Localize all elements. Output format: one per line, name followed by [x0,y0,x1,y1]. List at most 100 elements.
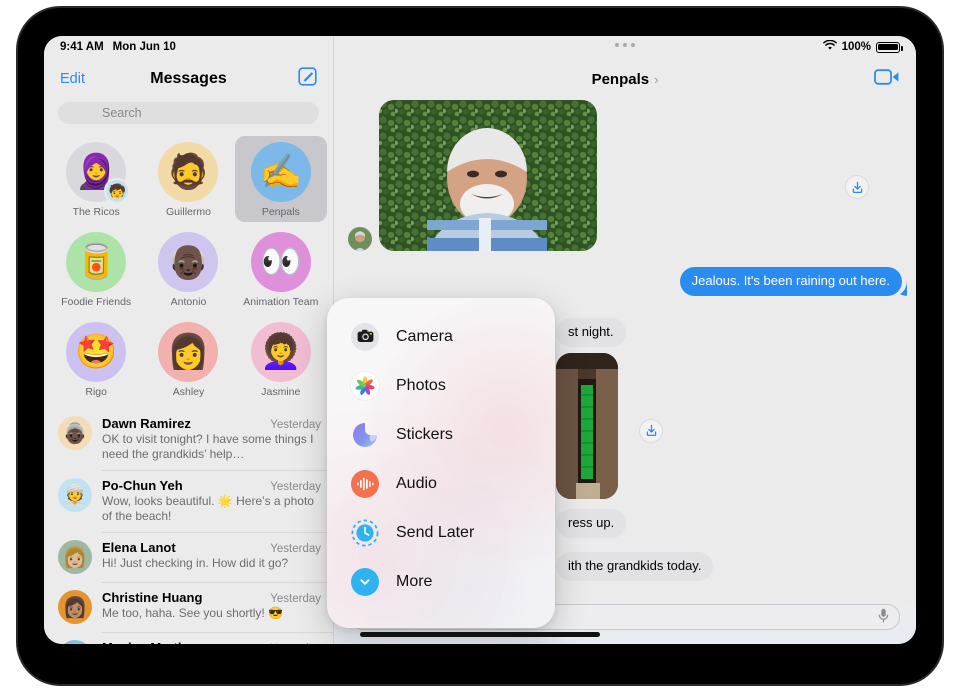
pinned-conversation-guillermo[interactable]: 🧔 Guillermo [142,136,234,222]
save-to-photos-icon-2[interactable] [639,418,663,443]
message-bubble-incoming-1[interactable]: st night. [556,317,626,347]
photo-attachment-door[interactable] [556,352,618,499]
audio-icon [351,469,379,498]
avatar: 👨🏽 [58,640,92,644]
conversation-timestamp: Yesterday [270,593,321,605]
message-bubble-incoming-2[interactable]: ress up. [556,508,627,538]
conversation-preview: Me too, haha. See you shortly! 😎 [102,606,284,620]
compose-icon[interactable] [298,67,317,91]
pinned-avatar: 🧕 🧒 [66,142,131,204]
sidebar-navbar: Edit Messages [44,58,333,100]
message-bubble-incoming-3[interactable]: ith the grandkids today. [556,551,714,581]
conversation-name: Dawn Ramirez [102,416,191,431]
conversation-name: Christine Huang [102,590,203,605]
message-row-outgoing: Jealous. It's been raining out here. [334,267,916,296]
app-menu-item-more[interactable]: More [327,557,555,606]
send-later-icon [351,518,379,547]
conversation-preview: Wow, looks beautiful. 🌟 Here’s a photo o… [102,494,314,523]
conversation-timestamp: Yesterday [270,643,321,644]
pinned-conversation-antonio[interactable]: 👴🏿 Antonio [142,226,234,312]
conversation-timestamp: Yesterday [270,419,321,431]
pinned-conversation-animation-team[interactable]: 👀 Animation Team [235,226,327,312]
pinned-conversation-ashley[interactable]: 👩 Ashley [142,316,234,402]
edit-button[interactable]: Edit [60,71,85,87]
pinned-avatar: 👴🏿 [158,232,219,292]
pinned-label: Antonio [170,296,207,308]
pinned-label: The Ricos [72,206,120,218]
conversation-list: 👵🏿 Dawn Ramirez Yesterday OK to visit to… [44,408,333,644]
pinned-label: Foodie Friends [61,296,132,308]
app-menu-item-audio[interactable]: Audio [327,459,555,508]
conversation-list-item[interactable]: 👨🏽 Magico Martinez Yesterday [44,632,333,644]
conversation-title[interactable]: Penpals › [592,71,659,88]
pinned-label: Penpals [261,206,300,218]
search-input[interactable]: Search [58,102,319,124]
message-bubble-outgoing[interactable]: Jealous. It's been raining out here. [679,267,902,296]
app-menu-item-label: Camera [396,327,453,345]
app-menu-item-camera[interactable]: Camera [327,312,555,361]
camera-icon [351,322,379,351]
status-date: Mon Jun 10 [112,41,176,53]
pinned-avatar: 🤩 [66,322,127,382]
microphone-icon[interactable] [878,608,889,626]
wifi-icon [822,39,837,54]
avatar [348,227,372,251]
pinned-avatar-secondary: 🧒 [104,178,131,204]
pinned-label: Animation Team [243,296,319,308]
app-menu-popover[interactable]: Camera Photos Stickers Audio Send Later … [327,298,555,628]
conversation-list-item[interactable]: 👵🏿 Dawn Ramirez Yesterday OK to visit to… [44,408,333,470]
pinned-avatar: 👀 [250,232,311,292]
conversation-preview: Hi! Just checking in. How did it go? [102,556,289,570]
facetime-video-icon[interactable] [874,68,900,91]
pinned-avatar: 🧔 [158,142,219,202]
status-time: 9:41 AM [60,41,104,53]
home-indicator[interactable] [360,632,600,637]
conversation-title-text: Penpals [591,70,650,88]
app-menu-item-label: More [396,572,433,590]
multitasking-handle[interactable] [615,43,635,47]
status-bar-right: 100% [334,36,916,58]
app-menu-item-label: Stickers [396,425,453,443]
avatar: 👩🏼 [58,540,92,574]
pinned-label: Rigo [85,386,107,398]
pinned-conversation-rigo[interactable]: 🤩 Rigo [50,316,142,402]
battery-percent-label: 100% [841,41,871,53]
status-bar-left: 9:41 AM Mon Jun 10 [44,36,333,58]
app-menu-item-label: Photos [396,376,446,394]
save-to-photos-icon[interactable] [845,175,869,199]
avatar: 👵🏿 [58,416,92,450]
more-chevron-icon [351,567,379,596]
pinned-avatar: 👩‍🦱 [250,322,311,382]
conversation-name: Magico Martinez [102,640,203,644]
conversation-list-item[interactable]: 👩🏼 Elena Lanot Yesterday Hi! Just checki… [44,532,333,582]
pinned-conversation-penpals[interactable]: ✍️ Penpals [234,136,327,222]
pinned-label: Ashley [172,386,205,398]
pinned-conversation-the-ricos[interactable]: 🧕 🧒 The Ricos [50,136,142,222]
pinned-avatar: 🥫 [66,232,127,292]
chat-navbar: Penpals › [334,58,916,100]
conversation-list-item[interactable]: 👩🏽 Christine Huang Yesterday Me too, hah… [44,582,333,632]
ipad-screen: 9:41 AM Mon Jun 10 Edit Messages Search … [44,36,916,644]
chevron-right-icon: › [654,71,659,87]
pinned-avatar: 👩 [158,322,219,382]
stickers-icon [351,421,379,449]
message-row-photo-hedge [334,100,916,251]
app-menu-item-label: Send Later [396,523,475,541]
photo-attachment-hedge[interactable] [379,100,597,251]
page-title: Messages [150,70,227,87]
conversation-name: Po-Chun Yeh [102,478,183,493]
pinned-conversation-jasmine[interactable]: 👩‍🦱 Jasmine [235,316,327,402]
app-menu-item-stickers[interactable]: Stickers [327,410,555,459]
conversation-list-item[interactable]: 👳 Po-Chun Yeh Yesterday Wow, looks beaut… [44,470,333,532]
pinned-avatar: ✍️ [250,142,311,202]
app-menu-item-send-later[interactable]: Send Later [327,508,555,557]
conversation-name: Elena Lanot [102,540,176,555]
photos-icon [351,371,379,400]
avatar: 👩🏽 [58,590,92,624]
messages-sidebar: 9:41 AM Mon Jun 10 Edit Messages Search … [44,36,334,644]
pinned-conversations-grid: 🧕 🧒 The Ricos 🧔 Guillermo ✍️ Penpals 🥫 Foodie Fr… [44,136,333,402]
conversation-preview: OK to visit tonight? I have some things … [102,432,314,461]
pinned-conversation-foodie-friends[interactable]: 🥫 Foodie Friends [50,226,142,312]
app-menu-item-photos[interactable]: Photos [327,361,555,410]
battery-icon [876,41,903,53]
